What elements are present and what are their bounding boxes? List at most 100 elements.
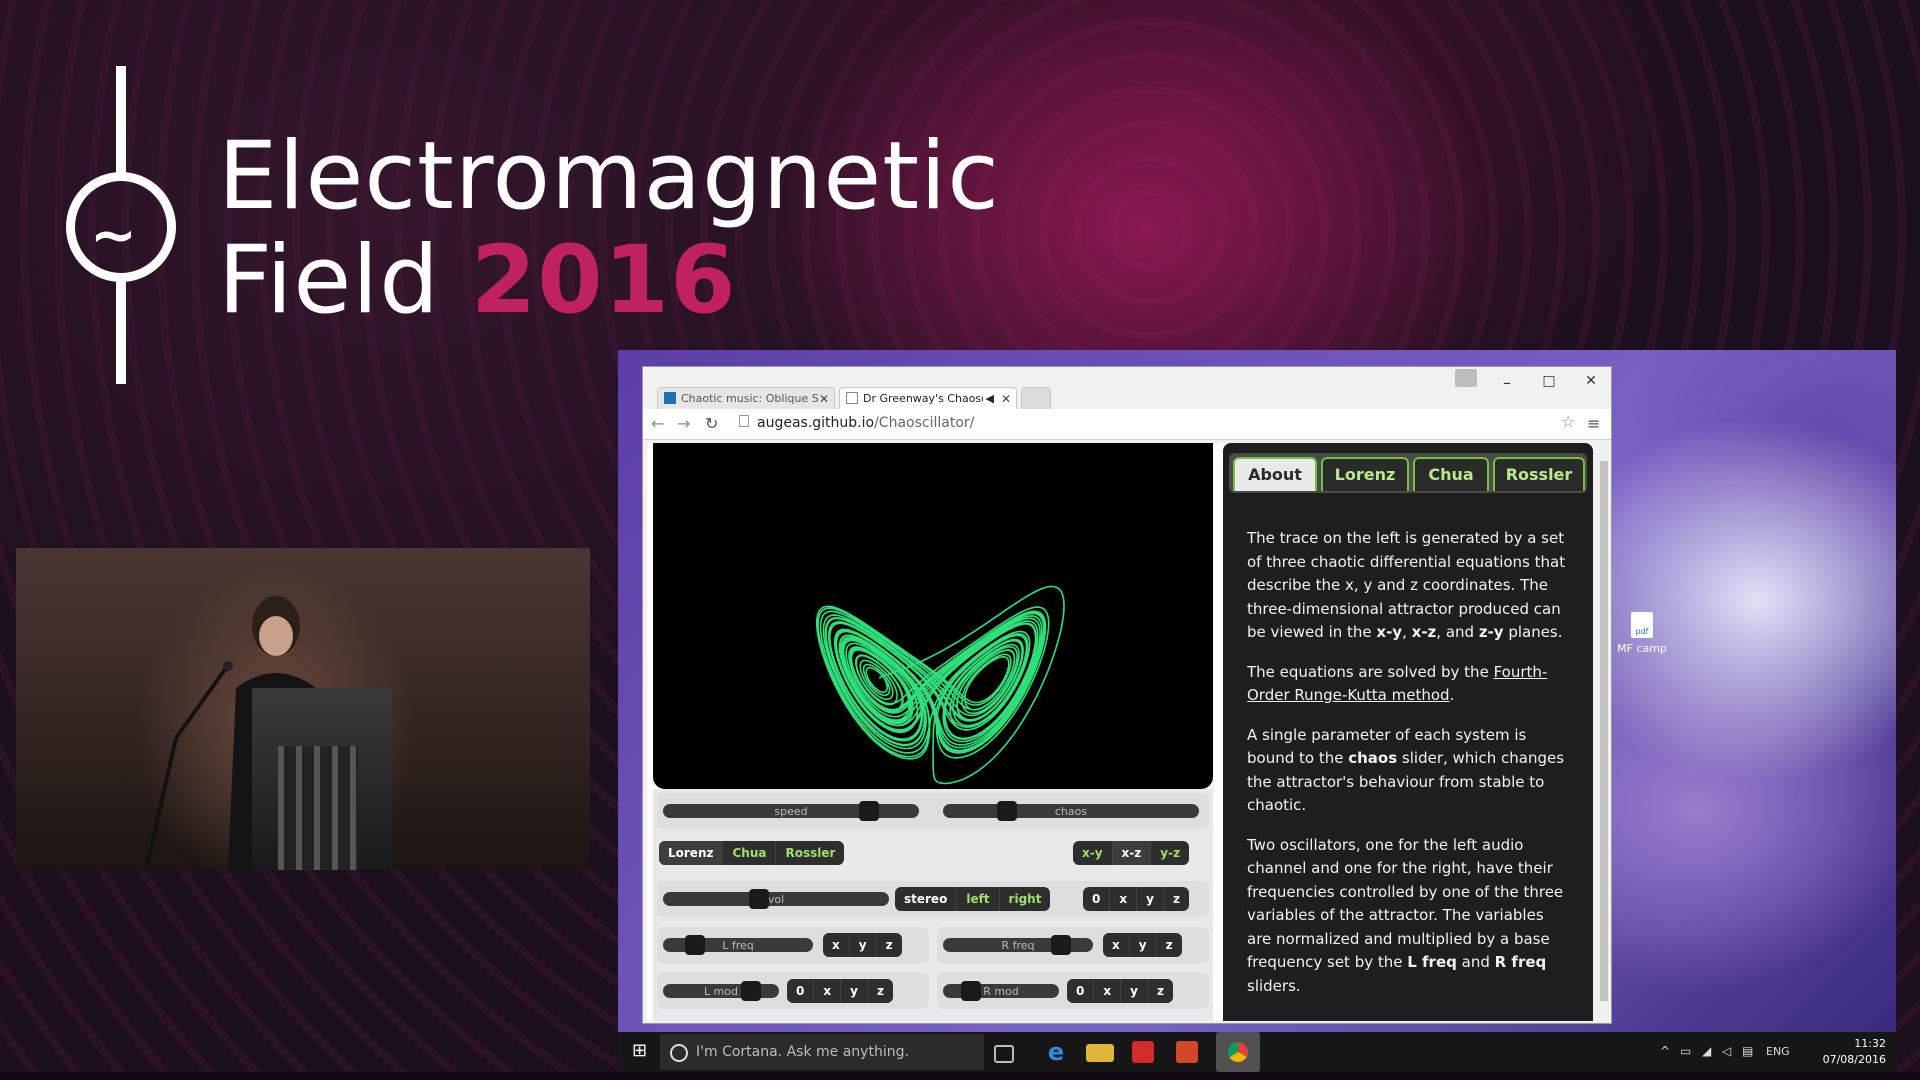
action-center-icon[interactable]: ▤ xyxy=(1742,1044,1753,1058)
forward-icon[interactable]: → xyxy=(677,414,690,433)
volume-slider[interactable]: vol xyxy=(663,889,889,909)
close-window-button[interactable]: ✕ xyxy=(1581,373,1601,389)
axis-x-button[interactable]: x xyxy=(823,933,850,957)
plane-xy-button[interactable]: x-y xyxy=(1073,841,1113,865)
show-hidden-icons-icon[interactable]: ^ xyxy=(1660,1044,1670,1058)
file-explorer-icon[interactable] xyxy=(1086,1044,1114,1062)
system-rossler-button[interactable]: Rossler xyxy=(776,841,844,865)
tab-chaotic-music[interactable]: Chaotic music: Oblique S ✕ xyxy=(657,387,835,409)
stereo-button[interactable]: stereo xyxy=(895,887,958,911)
close-tab-icon[interactable]: ✕ xyxy=(1001,388,1011,409)
rmod-axis-selector: 0 x y z xyxy=(1067,979,1173,1003)
plane-yz-button[interactable]: y-z xyxy=(1151,841,1189,865)
bookmark-star-icon[interactable]: ☆ xyxy=(1561,412,1575,431)
tab-lorenz[interactable]: Lorenz xyxy=(1321,457,1409,491)
axis-z-button[interactable]: z xyxy=(1148,979,1173,1003)
chaos-knob[interactable] xyxy=(997,801,1017,821)
lmod-slider[interactable]: L mod xyxy=(663,981,779,1001)
lfreq-knob[interactable] xyxy=(685,935,705,955)
windows-start-icon[interactable]: ⊞ xyxy=(632,1042,650,1060)
cortana-search[interactable]: I'm Cortana. Ask me anything. xyxy=(660,1034,984,1070)
rfreq-knob[interactable] xyxy=(1051,935,1071,955)
taskbar: ⊞ I'm Cortana. Ask me anything. e ^ ▭ ◢ … xyxy=(618,1032,1896,1072)
speed-slider[interactable]: speed xyxy=(663,801,919,821)
volume-icon[interactable]: ◁ xyxy=(1722,1044,1731,1058)
task-view-icon[interactable] xyxy=(994,1045,1014,1063)
powerpoint-icon[interactable] xyxy=(1176,1041,1198,1063)
lfreq-slider[interactable]: L freq xyxy=(663,935,813,955)
rfreq-axis-selector: x y z xyxy=(1103,933,1182,957)
plane-selector: x-y x-z y-z xyxy=(1073,841,1190,865)
axis-x-button[interactable]: x xyxy=(1110,887,1138,911)
left-channel-button[interactable]: left xyxy=(957,887,1000,911)
close-tab-icon[interactable]: ✕ xyxy=(819,388,829,409)
system-lorenz-button[interactable]: Lorenz xyxy=(659,841,724,865)
axis-0-button[interactable]: 0 xyxy=(1067,979,1095,1003)
url-host: augeas.github.io xyxy=(757,415,875,431)
axis-0-button[interactable]: 0 xyxy=(787,979,815,1003)
right-channel-button[interactable]: right xyxy=(1000,887,1051,911)
volume-knob[interactable] xyxy=(749,889,769,909)
language-indicator[interactable]: ENG xyxy=(1766,1045,1790,1058)
minimize-button[interactable]: – xyxy=(1497,373,1517,392)
desktop-file[interactable]: pdf MF camp xyxy=(1612,612,1672,655)
back-icon[interactable]: ← xyxy=(651,414,664,433)
volume-stereo-row: vol stereo left right 0 x y z xyxy=(657,881,1209,917)
rfreq-row: R freq x y z xyxy=(937,927,1209,963)
page-scrollbar[interactable] xyxy=(1599,443,1609,1021)
tab-chaoscillator[interactable]: Dr Greenway's Chaosc ◀ ✕ xyxy=(839,387,1017,409)
axis-z-button[interactable]: z xyxy=(877,933,902,957)
axis-y-button[interactable]: y xyxy=(1130,933,1157,957)
tab-label: Dr Greenway's Chaosc xyxy=(863,392,988,405)
axis-x-button[interactable]: x xyxy=(1103,933,1130,957)
bottom-strip xyxy=(0,1072,1920,1080)
axis-y-button[interactable]: y xyxy=(850,933,877,957)
volume-label: vol xyxy=(767,893,785,906)
maximize-button[interactable]: □ xyxy=(1539,373,1559,389)
info-panel: About Lorenz Chua Rossler The trace on t… xyxy=(1223,443,1593,1021)
address-bar[interactable]: augeas.github.io/Chaoscillator/ xyxy=(757,412,1617,434)
clock[interactable]: 11:32 07/08/2016 xyxy=(1816,1036,1886,1068)
tab-about[interactable]: About xyxy=(1233,457,1317,491)
desktop-file-label: MF camp xyxy=(1617,642,1667,655)
attractor-trace xyxy=(815,585,1065,785)
axis-z-button[interactable]: z xyxy=(1164,887,1189,911)
network-icon[interactable]: ◢ xyxy=(1702,1044,1711,1058)
profile-icon[interactable] xyxy=(1455,369,1477,387)
reload-icon[interactable]: ↻ xyxy=(705,414,718,433)
tab-strip: Chaotic music: Oblique S ✕ Dr Greenway's… xyxy=(643,367,1611,409)
axis-z-button[interactable]: z xyxy=(868,979,893,1003)
stereo-selector: stereo left right xyxy=(895,887,1051,911)
url-path: /Chaoscillator/ xyxy=(874,415,975,431)
pdf-badge: pdf xyxy=(1635,627,1649,636)
plane-xz-button[interactable]: x-z xyxy=(1112,841,1152,865)
edge-icon[interactable]: e xyxy=(1042,1038,1070,1066)
rmod-knob[interactable] xyxy=(961,981,981,1001)
axis-0-button[interactable]: 0 xyxy=(1083,887,1111,911)
axis-y-button[interactable]: y xyxy=(1121,979,1148,1003)
axis-y-button[interactable]: y xyxy=(841,979,868,1003)
menu-icon[interactable]: ≡ xyxy=(1587,414,1600,433)
acrobat-icon[interactable] xyxy=(1132,1041,1154,1063)
new-tab-button[interactable] xyxy=(1021,387,1051,409)
tab-chua[interactable]: Chua xyxy=(1413,457,1489,491)
system-tray: ^ ▭ ◢ ◁ ▤ ENG 11:32 07/08/2016 xyxy=(1656,1032,1896,1072)
chaos-slider[interactable]: chaos xyxy=(943,801,1199,821)
battery-icon[interactable]: ▭ xyxy=(1680,1044,1691,1058)
rmod-slider[interactable]: R mod xyxy=(943,981,1059,1001)
scrollbar-thumb[interactable] xyxy=(1600,461,1608,1001)
speed-knob[interactable] xyxy=(859,801,879,821)
page-info-icon[interactable] xyxy=(739,415,749,427)
rfreq-slider[interactable]: R freq xyxy=(943,935,1093,955)
axis-z-button[interactable]: z xyxy=(1157,933,1182,957)
about-paragraph-4: Two oscillators, one for the left audio … xyxy=(1247,835,1564,995)
axis-x-button[interactable]: x xyxy=(1094,979,1122,1003)
chrome-taskbar-button[interactable] xyxy=(1216,1032,1260,1072)
axis-x-button[interactable]: x xyxy=(814,979,842,1003)
tab-rossler[interactable]: Rossler xyxy=(1493,457,1585,491)
speaker-icon[interactable]: ◀ xyxy=(982,388,994,409)
lmod-knob[interactable] xyxy=(741,981,761,1001)
axis-y-button[interactable]: y xyxy=(1137,887,1164,911)
system-chua-button[interactable]: Chua xyxy=(723,841,777,865)
browser-toolbar: ← → ↻ augeas.github.io/Chaoscillator/ ☆ … xyxy=(643,409,1611,440)
